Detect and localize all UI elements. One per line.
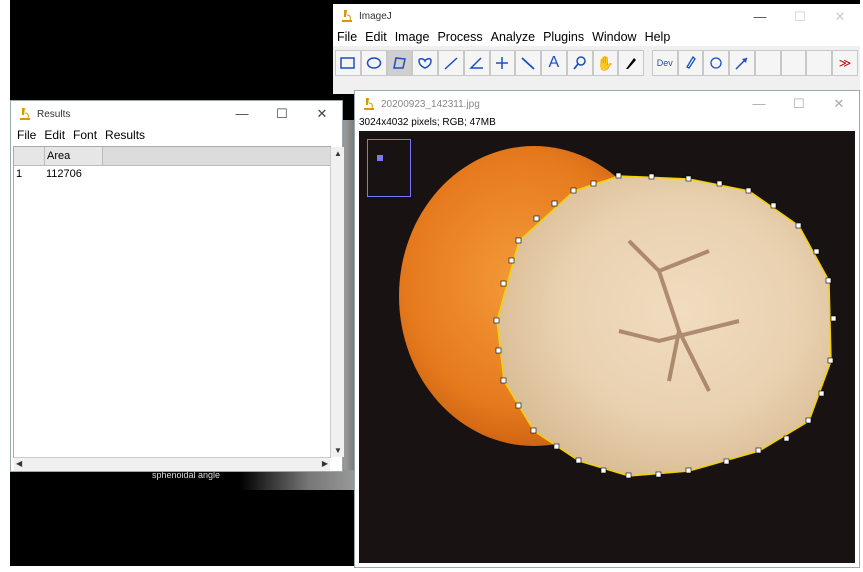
- results-table: Area 1 112706 ▲ ▼ ◀ ▶: [13, 146, 344, 471]
- menu-file[interactable]: File: [337, 30, 357, 44]
- imagej-main-window: ImageJ — ☐ ✕ File Edit Image Process Ana…: [333, 4, 860, 94]
- close-button[interactable]: ✕: [820, 4, 860, 30]
- minimize-button[interactable]: —: [222, 101, 262, 127]
- wand-tool-icon[interactable]: [515, 50, 541, 76]
- navigator-box[interactable]: [367, 139, 411, 197]
- results-title: Results: [37, 108, 71, 120]
- imagej-microscope-icon: [20, 108, 30, 120]
- arrow-tool-icon[interactable]: [729, 50, 755, 76]
- row-index: 1: [16, 168, 23, 180]
- results-menu-edit[interactable]: Edit: [44, 128, 65, 142]
- hand-tool-icon[interactable]: ✋: [592, 50, 619, 76]
- empty-tool-slot[interactable]: [806, 50, 833, 76]
- text-tool-icon[interactable]: A: [541, 50, 567, 76]
- maximize-button[interactable]: ☐: [779, 91, 819, 117]
- imagej-menubar: File Edit Image Process Analyze Plugins …: [333, 28, 860, 46]
- imagej-toolbar: A ✋ Dev ≫: [335, 50, 858, 76]
- menu-help[interactable]: Help: [645, 30, 671, 44]
- navigator-position: [377, 155, 383, 161]
- results-menubar: File Edit Font Results: [11, 127, 342, 143]
- imagej-microscope-icon: [364, 98, 374, 110]
- image-titlebar[interactable]: 20200923_142311.jpg — ☐ ✕: [355, 91, 859, 117]
- image-info: 3024x4032 pixels; RGB; 47MB: [359, 117, 496, 128]
- close-button[interactable]: ✕: [819, 91, 859, 117]
- scroll-up-icon[interactable]: ▲: [334, 149, 342, 158]
- results-titlebar[interactable]: Results — ☐ ✕: [11, 101, 342, 127]
- results-window: Results — ☐ ✕ File Edit Font Results Are…: [10, 100, 344, 472]
- menu-edit[interactable]: Edit: [365, 30, 387, 44]
- more-tools-button[interactable]: ≫: [832, 50, 858, 76]
- tooth-image: [399, 146, 837, 479]
- tooth-surface: [497, 176, 831, 476]
- freehand-tool-icon[interactable]: [412, 50, 438, 76]
- dev-icon[interactable]: Dev: [651, 50, 678, 76]
- header-area[interactable]: Area: [45, 147, 103, 165]
- empty-tool-slot[interactable]: [780, 50, 807, 76]
- scroll-right-icon[interactable]: ▶: [322, 459, 328, 468]
- magnifier-tool-icon[interactable]: [566, 50, 593, 76]
- menu-image[interactable]: Image: [395, 30, 430, 44]
- header-index: [14, 147, 45, 165]
- brush-icon[interactable]: [677, 50, 704, 76]
- row-area: 112706: [46, 168, 82, 180]
- angle-tool-icon[interactable]: [463, 50, 490, 76]
- empty-tool-slot[interactable]: [754, 50, 781, 76]
- imagej-microscope-icon: [342, 10, 352, 22]
- flood-fill-icon[interactable]: [703, 50, 730, 76]
- point-tool-icon[interactable]: [489, 50, 516, 76]
- oval-tool-icon[interactable]: [360, 50, 387, 76]
- results-menu-font[interactable]: Font: [73, 128, 97, 142]
- scroll-left-icon[interactable]: ◀: [16, 459, 22, 468]
- line-tool-icon[interactable]: [438, 50, 464, 76]
- imagej-titlebar[interactable]: ImageJ — ☐ ✕: [333, 4, 860, 28]
- table-row[interactable]: 1 112706: [14, 166, 330, 182]
- table-header: Area: [14, 147, 330, 166]
- color-picker-icon[interactable]: [618, 50, 644, 76]
- toolbar-separator: [644, 50, 652, 76]
- menu-process[interactable]: Process: [437, 30, 482, 44]
- minimize-button[interactable]: —: [739, 91, 779, 117]
- scroll-down-icon[interactable]: ▼: [334, 446, 342, 455]
- maximize-button[interactable]: ☐: [780, 4, 820, 30]
- results-menu-results[interactable]: Results: [105, 128, 145, 142]
- polygon-tool-icon[interactable]: [386, 50, 413, 76]
- menu-analyze[interactable]: Analyze: [491, 30, 535, 44]
- rectangle-tool-icon[interactable]: [335, 50, 361, 76]
- close-button[interactable]: ✕: [302, 101, 342, 127]
- maximize-button[interactable]: ☐: [262, 101, 302, 127]
- image-canvas[interactable]: [359, 131, 855, 563]
- menu-plugins[interactable]: Plugins: [543, 30, 584, 44]
- background-image-fragment: [240, 470, 355, 490]
- image-window: 20200923_142311.jpg — ☐ ✕ 3024x4032 pixe…: [354, 90, 860, 568]
- horizontal-scrollbar[interactable]: ◀ ▶: [14, 457, 330, 471]
- menu-window[interactable]: Window: [592, 30, 636, 44]
- image-title: 20200923_142311.jpg: [381, 98, 480, 110]
- results-menu-file[interactable]: File: [17, 128, 36, 142]
- imagej-title: ImageJ: [359, 10, 392, 22]
- vertical-scrollbar[interactable]: ▲ ▼: [330, 147, 344, 457]
- minimize-button[interactable]: —: [740, 4, 780, 30]
